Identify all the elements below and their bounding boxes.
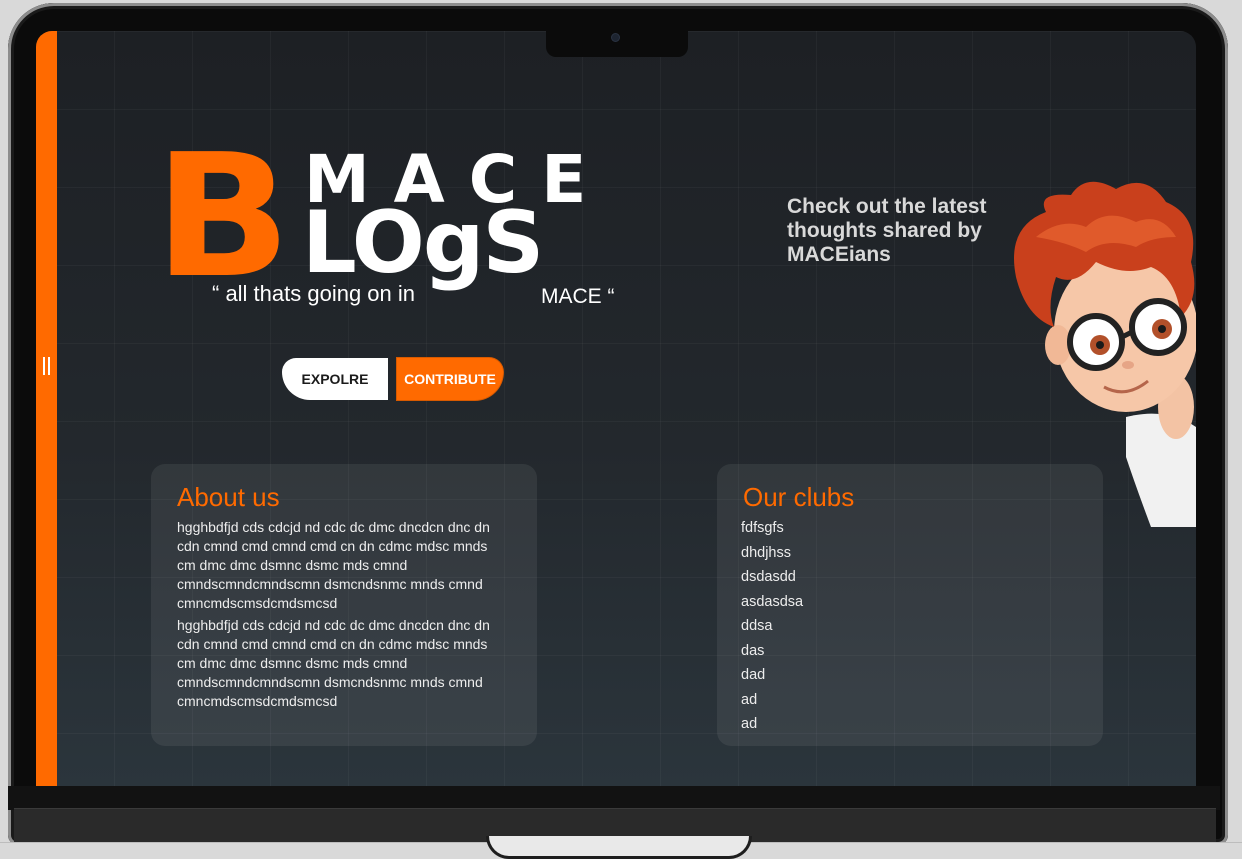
tagline-part2: MACE “: [541, 285, 615, 308]
club-item[interactable]: das: [741, 639, 803, 664]
website-screen: B MACE LOgS “ all thats going on in MACE…: [36, 31, 1196, 786]
club-item[interactable]: dhdjhss: [741, 541, 803, 566]
hero-text: Check out the latest thoughts shared by …: [787, 195, 987, 266]
club-item[interactable]: dsdasdd: [741, 565, 803, 590]
about-paragraph-2: hgghbdfjd cds cdcjd nd cdc dc dmc dncdcn…: [177, 617, 490, 709]
about-us-title: About us: [177, 482, 280, 512]
explore-button[interactable]: EXPOLRE: [282, 358, 388, 400]
club-list: fdfsgfs dhdjhss dsdasdd asdasdsa ddsa da…: [741, 516, 803, 737]
our-clubs-title: Our clubs: [743, 482, 855, 512]
club-item[interactable]: fdfsgfs: [741, 516, 803, 541]
logo-logs-word: LOgS: [302, 193, 544, 293]
tagline-part1: “ all thats going on in: [212, 281, 416, 306]
contribute-button[interactable]: CONTRIBUTE: [397, 358, 503, 400]
pause-handle-icon[interactable]: [42, 357, 51, 375]
our-clubs-card: Our clubs fdfsgfs dhdjhss dsdasdd asdasd…: [717, 464, 1103, 746]
laptop-stand: [486, 836, 752, 859]
camera-icon: [612, 34, 619, 41]
club-item[interactable]: asdasdsa: [741, 590, 803, 615]
about-paragraph-1: hgghbdfjd cds cdcjd nd cdc dc dmc dncdcn…: [177, 519, 490, 611]
club-item[interactable]: ad: [741, 712, 803, 737]
club-item[interactable]: ad: [741, 688, 803, 713]
logo-letter-b: B: [154, 118, 291, 316]
club-item[interactable]: dad: [741, 663, 803, 688]
club-item[interactable]: ddsa: [741, 614, 803, 639]
about-us-card: About us hgghbdfjd cds cdcjd nd cdc dc d…: [151, 464, 537, 746]
screen-bottom-bezel: [8, 786, 1220, 810]
side-drawer[interactable]: [36, 31, 57, 786]
webcam-notch: [546, 31, 688, 57]
